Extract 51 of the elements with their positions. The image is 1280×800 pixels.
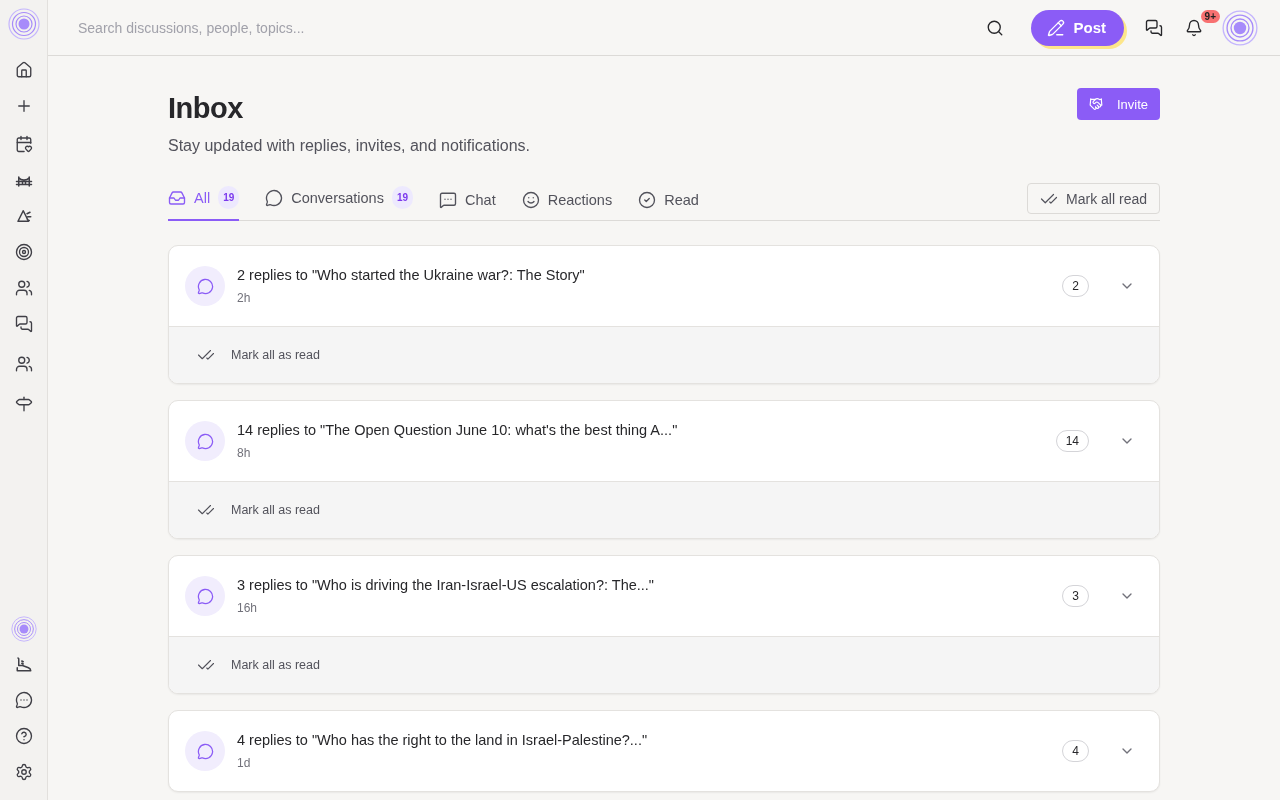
notification-title[interactable]: 2 replies to "Who started the Ukraine war?: The Story" — [237, 267, 1051, 283]
notification-title[interactable]: 4 replies to "Who has the right to the land in Israel-Palestine?..." — [237, 732, 1051, 748]
calendar-heart-icon[interactable] — [14, 135, 33, 153]
chat-icon — [439, 191, 458, 209]
tab[interactable]: Conversations 19 — [265, 186, 414, 221]
speech-bubble-icon — [265, 188, 284, 207]
speech-bubble-icon — [185, 421, 225, 461]
mark-as-read-link[interactable]: Mark all as read — [231, 348, 320, 362]
shoe-icon[interactable] — [14, 655, 33, 673]
triangle-icon[interactable] — [14, 207, 33, 225]
target-icon[interactable] — [14, 243, 33, 261]
pencil-icon — [1047, 18, 1066, 37]
tab[interactable]: Reactions — [521, 191, 613, 221]
speech-bubble-icon — [185, 731, 225, 771]
speech-bubble-icon — [185, 266, 225, 306]
mark-as-read-link[interactable]: Mark all as read — [231, 503, 320, 517]
post-button[interactable]: Post — [1031, 9, 1124, 46]
timestamp: 1d — [237, 756, 252, 770]
tab[interactable]: Chat — [439, 191, 496, 221]
notification-title[interactable]: 14 replies to "The Open Question June 10: what's the best thing A..." — [237, 422, 1044, 438]
check-circle-icon — [638, 191, 657, 209]
people-icon[interactable] — [14, 355, 33, 373]
messages-icon[interactable] — [1145, 18, 1163, 37]
inbox-icon — [168, 188, 186, 207]
home-icon[interactable] — [14, 61, 33, 79]
tab[interactable]: Read — [638, 191, 699, 221]
timestamp: 8h — [237, 446, 252, 460]
smile-icon — [521, 191, 540, 209]
notification-title[interactable]: 3 replies to "Who is driving the Iran-Israel-US escalation?: The..." — [237, 577, 1051, 593]
messages-icon[interactable] — [14, 315, 33, 333]
chat-bubble-icon[interactable] — [14, 691, 33, 709]
signpost-icon[interactable] — [14, 395, 33, 413]
handshake-icon — [1088, 97, 1103, 111]
search-field[interactable]: Search discussions, people, topics... — [76, 18, 980, 37]
speech-bubble-icon — [185, 576, 225, 616]
settings-icon[interactable] — [14, 763, 33, 781]
notification-badge: 9+ — [1200, 9, 1220, 23]
page-subtitle: Stay updated with replies, invites, and notifications. — [168, 137, 530, 155]
mark-all-read-button[interactable]: Mark all read — [1027, 183, 1160, 214]
invite-button[interactable]: Invite — [1076, 88, 1160, 120]
timestamp: 16h — [237, 601, 259, 615]
bell-icon[interactable] — [1185, 18, 1203, 37]
count-badge: 19 — [218, 186, 240, 209]
mark-as-read-link[interactable]: Mark all as read — [231, 658, 320, 672]
count-badge: 19 — [391, 186, 414, 209]
people-icon[interactable] — [14, 279, 33, 297]
page-title: Inbox — [168, 92, 244, 125]
timestamp: 2h — [237, 291, 252, 305]
help-icon[interactable] — [14, 727, 33, 745]
tab[interactable]: All 19 — [168, 186, 240, 221]
search-icon[interactable] — [986, 18, 1005, 37]
